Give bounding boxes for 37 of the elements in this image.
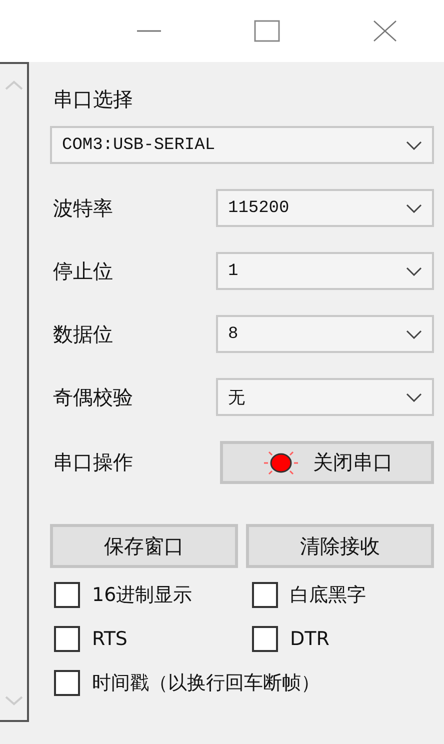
caret-icon: [406, 204, 422, 212]
dropdown-value: 无: [228, 388, 245, 408]
dropdown[interactable]: 1: [216, 252, 434, 290]
field-label: 奇偶校验: [53, 384, 133, 410]
caret-icon: [406, 140, 422, 150]
close-icon: [373, 20, 397, 42]
dropdown-value: 1: [228, 262, 238, 280]
checkbox[interactable]: [252, 582, 278, 608]
caret-icon: [406, 392, 422, 402]
checkbox-label: 16进制显示: [92, 583, 192, 608]
section-label: 串口选择: [53, 86, 134, 113]
minimize-icon: [137, 29, 161, 33]
caret-icon: [406, 330, 422, 338]
checkbox[interactable]: [252, 626, 278, 652]
checkbox[interactable]: [54, 582, 80, 608]
field-label: 停止位: [53, 258, 113, 284]
dropdown-value: 115200: [228, 198, 290, 218]
caret-icon: [406, 266, 422, 276]
field-label: 数据位: [53, 320, 113, 348]
checkbox-label: DTR: [290, 628, 330, 650]
checkbox[interactable]: [54, 670, 80, 696]
dropdown[interactable]: 115200: [216, 189, 434, 227]
checkbox-label: RTS: [92, 628, 128, 650]
dropdown[interactable]: 无: [216, 378, 434, 416]
close-port-button[interactable]: 关闭串口: [220, 441, 434, 484]
dropdown-value: COM3:USB-SERIAL: [62, 136, 216, 154]
dropdown[interactable]: COM3:USB-SERIAL: [50, 126, 434, 164]
dropdown[interactable]: 8: [216, 315, 434, 353]
checkbox-label: 时间戳（以换行回车断帧）: [92, 671, 320, 696]
dropdown-value: 8: [228, 324, 238, 344]
field-label: 波特率: [53, 194, 113, 222]
checkbox-label: 白底黑字: [290, 583, 366, 608]
checkbox[interactable]: [54, 626, 80, 652]
action-button[interactable]: 清除接收: [246, 524, 434, 568]
action-button[interactable]: 保存窗口: [50, 524, 238, 568]
maximize-icon: [254, 20, 280, 42]
field-label: 串口操作: [53, 449, 133, 476]
